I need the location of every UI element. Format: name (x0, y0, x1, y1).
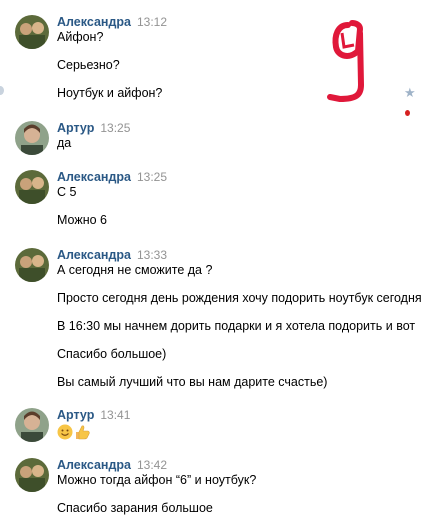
message-time: 13:25 (100, 121, 131, 135)
message-time: 13:25 (136, 170, 168, 184)
annotation-scribble (320, 15, 380, 115)
message-author[interactable]: Артур (57, 408, 94, 422)
thumbs-up-emoji-icon (76, 425, 90, 440)
message-author[interactable]: Артур (57, 121, 94, 135)
message-text: Серьезно? (57, 58, 120, 72)
message-text: В 16:30 мы начнем дорить подарки и я хот… (57, 319, 416, 333)
message-time: 13:33 (136, 248, 168, 262)
message-text: Вы самый лучший что вы нам дарите счасть… (57, 375, 328, 389)
avatar-artur[interactable] (15, 408, 49, 442)
message-text: Просто сегодня день рождения хочу подори… (57, 291, 422, 305)
message-author[interactable]: Александра (57, 15, 131, 29)
emoji-row (57, 424, 93, 445)
avatar-alexandra[interactable] (15, 248, 49, 282)
smile-emoji-icon (57, 424, 73, 440)
scroll-indicator[interactable] (0, 86, 4, 95)
message-author[interactable]: Александра (57, 458, 131, 472)
red-dot (405, 110, 410, 116)
message-text: Можно тогда айфон “6” и ноутбук? (57, 473, 257, 487)
message-text: да (57, 136, 72, 150)
message-text: Спасибо зарания большое (57, 501, 213, 515)
avatar-artur[interactable] (15, 121, 49, 155)
message-text: Можно 6 (57, 213, 108, 227)
avatar-alexandra[interactable] (15, 15, 49, 49)
message-text: С 5 (57, 185, 77, 199)
message-text: Спасибо большое) (57, 347, 167, 361)
message-time: 13:12 (136, 15, 168, 29)
star-icon[interactable]: ★ (404, 85, 416, 101)
message-time: 13:41 (100, 408, 131, 422)
message-text: А сегодня не сможите да ? (57, 263, 213, 277)
message-text: Ноутбук и айфон? (57, 86, 163, 100)
message-text: Айфон? (57, 30, 104, 44)
message-time: 13:42 (136, 458, 168, 472)
avatar-alexandra[interactable] (15, 458, 49, 492)
message-author[interactable]: Александра (57, 248, 131, 262)
message-author[interactable]: Александра (57, 170, 131, 184)
avatar-alexandra[interactable] (15, 170, 49, 204)
